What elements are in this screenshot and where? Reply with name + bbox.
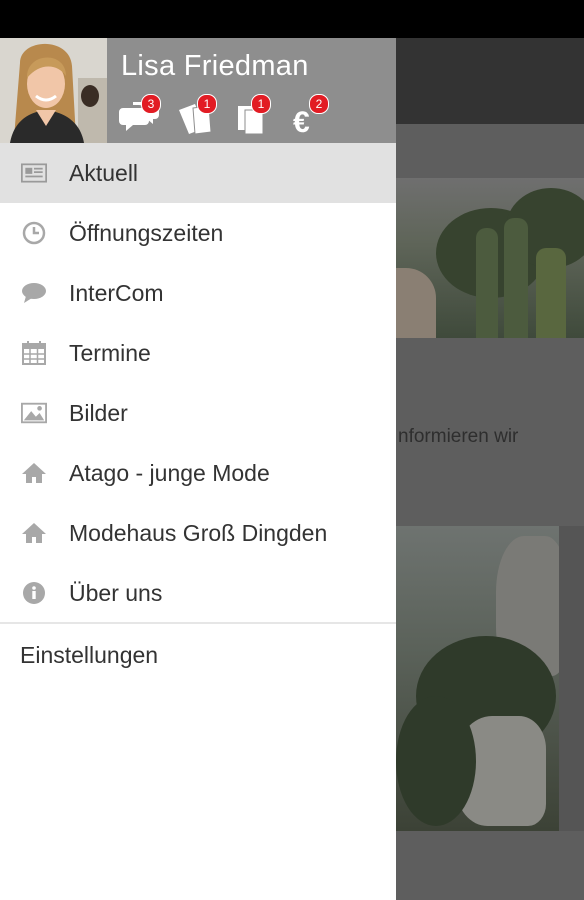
- menu-item-termine[interactable]: Termine: [0, 323, 396, 383]
- menu-item-modehaus[interactable]: Modehaus Groß Dingden: [0, 503, 396, 563]
- status-bar: [0, 0, 584, 38]
- calendar-icon: [21, 341, 47, 365]
- settings-link[interactable]: Einstellungen: [20, 642, 158, 669]
- menu-item-oeffnungszeiten[interactable]: Öffnungszeiten: [0, 203, 396, 263]
- divider: [0, 622, 396, 624]
- image-icon: [21, 401, 47, 425]
- documents-badge: 1: [251, 94, 271, 114]
- menu-item-atago[interactable]: Atago - junge Mode: [0, 443, 396, 503]
- info-icon: [21, 581, 47, 605]
- menu-item-intercom[interactable]: InterCom: [0, 263, 396, 323]
- menu-item-label: Über uns: [69, 579, 163, 606]
- home-icon: [21, 521, 47, 545]
- chat-icon: [21, 281, 47, 305]
- background-action-bar: [396, 38, 584, 124]
- background-cactus-image: [396, 178, 584, 338]
- menu-item-label: Öffnungszeiten: [69, 219, 224, 246]
- menu-item-bilder[interactable]: Bilder: [0, 383, 396, 443]
- home-icon: [21, 461, 47, 485]
- menu-item-label: Aktuell: [69, 159, 139, 186]
- menu-item-aktuell[interactable]: Aktuell: [0, 143, 396, 203]
- documents-notification[interactable]: 1: [236, 94, 280, 136]
- navigation-drawer: Lisa Friedman 3 1 1 € 2 Aktuell Öffnungs…: [0, 38, 396, 900]
- tickets-badge: 1: [197, 94, 217, 114]
- avatar[interactable]: [0, 38, 107, 143]
- messages-badge: 3: [141, 94, 161, 114]
- tickets-notification[interactable]: 1: [177, 94, 221, 136]
- drawer-header: Lisa Friedman 3 1 1 € 2: [0, 38, 396, 143]
- svg-text:€: €: [293, 106, 310, 136]
- payments-notification[interactable]: € 2: [293, 94, 337, 136]
- messages-notification[interactable]: 3: [119, 94, 163, 136]
- newspaper-icon: [21, 161, 47, 185]
- drawer-menu: Aktuell Öffnungszeiten InterCom Termine …: [0, 143, 396, 623]
- menu-item-label: Termine: [69, 339, 151, 366]
- menu-item-label: InterCom: [69, 279, 164, 306]
- payments-badge: 2: [309, 94, 329, 114]
- background-text: nformieren wir: [398, 426, 519, 447]
- background-cliff-image: [396, 526, 559, 831]
- user-name: Lisa Friedman: [121, 50, 309, 82]
- menu-item-label: Bilder: [69, 399, 128, 426]
- menu-item-label: Atago - junge Mode: [69, 459, 270, 486]
- background-scroll-strip: [559, 526, 584, 831]
- menu-item-label: Modehaus Groß Dingden: [69, 519, 328, 546]
- clock-icon: [21, 221, 47, 245]
- menu-item-ueber-uns[interactable]: Über uns: [0, 563, 396, 623]
